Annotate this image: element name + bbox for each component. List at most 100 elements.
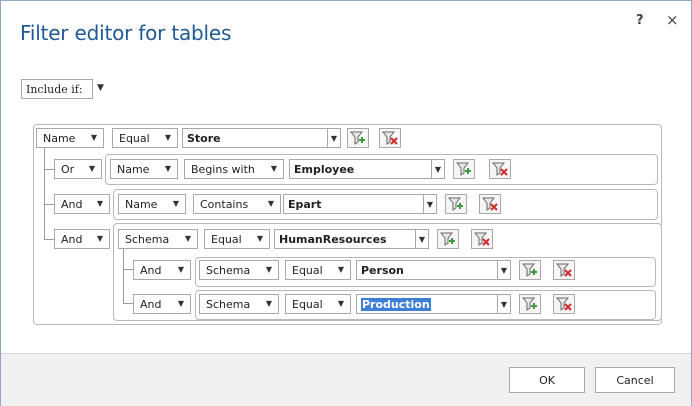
field-value: Schema xyxy=(206,263,251,277)
field-combo[interactable]: Name ▼ xyxy=(118,194,186,214)
dropdown-arrow-icon: ▼ xyxy=(90,133,97,142)
field-combo[interactable]: Schema ▼ xyxy=(199,260,279,280)
value-text: HumanResources xyxy=(279,232,387,246)
dropdown-arrow-icon: ▼ xyxy=(177,299,184,308)
remove-filter-button[interactable] xyxy=(379,128,401,148)
field-combo[interactable]: Schema ▼ xyxy=(199,294,279,314)
value-dropdown-button[interactable]: ▼ xyxy=(497,260,511,280)
dropdown-arrow-icon: ▼ xyxy=(267,199,274,208)
value-dropdown-button[interactable]: ▼ xyxy=(431,159,445,179)
help-button[interactable]: ? xyxy=(636,13,644,28)
add-filter-button[interactable] xyxy=(519,260,541,280)
operator-combo[interactable]: Equal ▼ xyxy=(204,229,270,249)
field-combo[interactable]: Name ▼ xyxy=(110,159,178,179)
add-filter-button[interactable] xyxy=(445,194,467,214)
tree-connector xyxy=(44,169,54,170)
operator-value: Equal xyxy=(119,131,150,145)
field-combo[interactable]: Schema ▼ xyxy=(118,229,198,249)
field-value: Name xyxy=(43,131,76,145)
add-filter-icon xyxy=(522,297,537,311)
value-input[interactable]: Store xyxy=(182,128,328,148)
add-filter-icon xyxy=(522,263,537,277)
value-text: Employee xyxy=(294,162,355,176)
operator-value: Begins with xyxy=(191,162,255,176)
tree-connector xyxy=(123,303,133,304)
logic-combo[interactable]: And ▼ xyxy=(133,260,191,280)
ok-button[interactable]: OK xyxy=(509,367,585,393)
logic-combo[interactable]: And ▼ xyxy=(54,194,110,214)
dropdown-arrow-icon: ▼ xyxy=(172,199,179,208)
add-filter-button[interactable] xyxy=(437,229,459,249)
tree-connector xyxy=(44,204,54,205)
add-filter-button[interactable] xyxy=(453,159,475,179)
operator-value: Contains xyxy=(200,197,249,211)
operator-combo[interactable]: Equal ▼ xyxy=(285,260,351,280)
include-if-label: Include if: xyxy=(26,82,83,96)
add-filter-button[interactable] xyxy=(347,128,369,148)
field-value: Name xyxy=(125,197,158,211)
value-dropdown-button[interactable]: ▼ xyxy=(415,229,429,249)
dropdown-arrow-icon: ▼ xyxy=(337,299,344,308)
dropdown-arrow-icon: ▼ xyxy=(265,299,272,308)
remove-filter-button[interactable] xyxy=(553,294,575,314)
value-text: Epart xyxy=(288,197,322,211)
dropdown-arrow-icon: ▼ xyxy=(177,265,184,274)
tree-connector xyxy=(123,269,133,270)
logic-combo[interactable]: Or ▼ xyxy=(54,159,102,179)
remove-filter-button[interactable] xyxy=(479,194,501,214)
value-input[interactable]: Epart xyxy=(283,194,425,214)
operator-combo[interactable]: Contains ▼ xyxy=(193,194,281,214)
logic-value: And xyxy=(61,232,83,246)
filter-editor-dialog: Filter editor for tables ? × Include if:… xyxy=(0,0,692,406)
value-input[interactable]: HumanResources xyxy=(274,229,416,249)
add-filter-icon xyxy=(440,232,455,246)
logic-value: And xyxy=(140,263,162,277)
remove-filter-icon xyxy=(482,197,498,211)
value-input[interactable]: Production xyxy=(356,294,498,314)
dialog-footer: OK Cancel xyxy=(1,353,691,406)
value-text-selected: Production xyxy=(361,297,431,311)
cancel-button[interactable]: Cancel xyxy=(595,367,675,393)
value-input[interactable]: Employee xyxy=(289,159,433,179)
field-value: Name xyxy=(117,162,150,176)
dropdown-arrow-icon: ▼ xyxy=(256,234,263,243)
value-dropdown-button[interactable]: ▼ xyxy=(327,128,341,148)
include-if-dropdown-icon[interactable]: ▼ xyxy=(97,83,104,93)
value-text: Person xyxy=(361,263,404,277)
operator-combo[interactable]: Equal ▼ xyxy=(112,128,178,148)
dropdown-arrow-icon: ▼ xyxy=(96,234,103,243)
operator-value: Equal xyxy=(292,263,323,277)
logic-value: And xyxy=(61,197,83,211)
tree-connector xyxy=(123,249,124,303)
operator-combo[interactable]: Begins with ▼ xyxy=(184,159,284,179)
remove-filter-button[interactable] xyxy=(471,229,493,249)
remove-filter-icon xyxy=(474,232,490,246)
logic-value: Or xyxy=(61,162,75,176)
logic-combo[interactable]: And ▼ xyxy=(133,294,191,314)
dropdown-arrow-icon: ▼ xyxy=(96,199,103,208)
value-dropdown-button[interactable]: ▼ xyxy=(497,294,511,314)
value-text: Store xyxy=(187,131,221,145)
field-value: Schema xyxy=(206,297,251,311)
field-combo[interactable]: Name ▼ xyxy=(36,128,104,148)
tree-connector xyxy=(44,147,45,239)
dropdown-arrow-icon: ▼ xyxy=(270,164,277,173)
value-dropdown-button[interactable]: ▼ xyxy=(423,194,437,214)
logic-combo[interactable]: And ▼ xyxy=(54,229,110,249)
include-if-combo[interactable]: Include if: xyxy=(21,79,93,99)
operator-value: Equal xyxy=(211,232,242,246)
add-filter-icon xyxy=(448,197,463,211)
close-button[interactable]: × xyxy=(666,11,679,29)
dropdown-arrow-icon: ▼ xyxy=(337,265,344,274)
dialog-title: Filter editor for tables xyxy=(20,21,232,45)
remove-filter-button[interactable] xyxy=(489,159,511,179)
add-filter-button[interactable] xyxy=(519,294,541,314)
dropdown-arrow-icon: ▼ xyxy=(164,164,171,173)
remove-filter-button[interactable] xyxy=(553,260,575,280)
add-filter-icon xyxy=(456,162,471,176)
dropdown-arrow-icon: ▼ xyxy=(164,133,171,142)
dropdown-arrow-icon: ▼ xyxy=(265,265,272,274)
operator-combo[interactable]: Equal ▼ xyxy=(285,294,351,314)
tree-connector xyxy=(44,239,54,240)
value-input[interactable]: Person xyxy=(356,260,498,280)
